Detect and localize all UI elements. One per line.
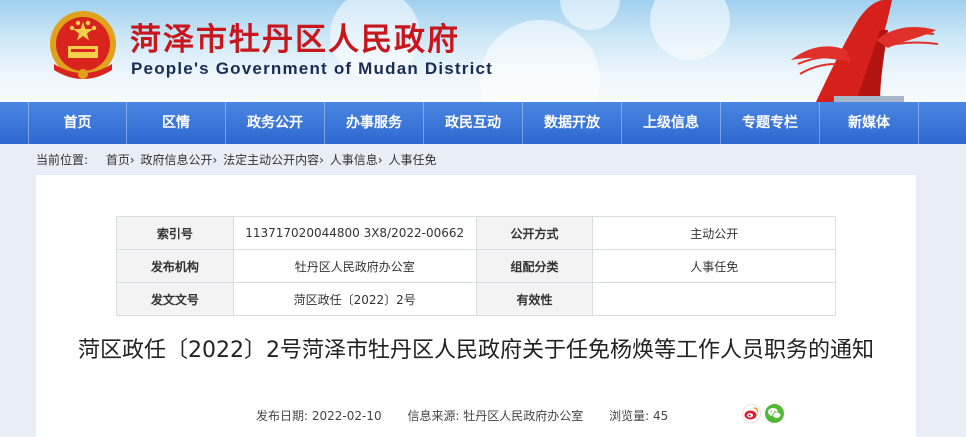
table-row: 发文文号 菏区政任〔2022〕2号 有效性 [116,282,836,316]
document-metadata-table: 索引号 113717020044800 3X8/2022-00662 公开方式 … [116,216,836,316]
article-title: 菏区政任〔2022〕2号菏泽市牡丹区人民政府关于任免杨焕等工作人员职务的通知 [78,338,874,363]
validity-label: 有效性 [475,282,594,316]
view-count: 浏览量: 45 [609,409,669,423]
breadcrumb-link[interactable]: 法定主动公开内容› [223,153,324,167]
nav-item-open-data[interactable]: 数据开放 [523,102,622,144]
category-label: 组配分类 [475,249,594,283]
banner-decoration [650,0,730,60]
peony-sculpture-image [791,0,939,102]
issuing-agency-value: 牡丹区人民政府办公室 [232,249,477,283]
breadcrumb-link[interactable]: 首页› [106,153,135,167]
nav-item-new-media[interactable]: 新媒体 [820,102,919,144]
index-number-label: 索引号 [116,216,234,250]
nav-item-home[interactable]: 首页 [28,102,127,144]
share-buttons [742,404,784,423]
national-emblem-icon[interactable] [46,8,120,86]
info-source: 信息来源: 牡丹区人民政府办公室 [407,409,584,423]
disclosure-method-label: 公开方式 [475,216,594,250]
category-value: 人事任免 [592,249,836,283]
publish-date: 发布日期: 2022-02-10 [256,409,382,423]
nav-item-district-info[interactable]: 区情 [127,102,226,144]
disclosure-method-value: 主动公开 [592,216,836,250]
index-number-value: 113717020044800 3X8/2022-00662 [232,216,477,250]
content-panel: 索引号 113717020044800 3X8/2022-00662 公开方式 … [36,175,916,437]
breadcrumb-label: 当前位置: [36,153,89,167]
weibo-icon[interactable] [742,404,761,423]
main-nav: 首页 区情 政务公开 办事服务 政民互动 数据开放 上级信息 专题专栏 新媒体 [0,102,966,144]
banner-decoration [560,0,620,30]
header-banner: 菏泽市牡丹区人民政府 People's Government of Mudan … [0,0,966,102]
breadcrumb: 当前位置: 首页› 政府信息公开› 法定主动公开内容› 人事信息› 人事任免 [36,151,438,168]
nav-item-services[interactable]: 办事服务 [325,102,424,144]
nav-item-interaction[interactable]: 政民互动 [424,102,523,144]
breadcrumb-link[interactable]: 政府信息公开› [141,153,218,167]
nav-item-special-topics[interactable]: 专题专栏 [721,102,820,144]
nav-item-government-affairs[interactable]: 政务公开 [226,102,325,144]
table-row: 索引号 113717020044800 3X8/2022-00662 公开方式 … [116,216,836,250]
validity-value [592,282,836,316]
breadcrumb-link[interactable]: 人事信息› [330,153,383,167]
issuing-agency-label: 发布机构 [116,249,234,283]
document-number-label: 发文文号 [116,282,234,316]
article-info: 发布日期: 2022-02-10 信息来源: 牡丹区人民政府办公室 浏览量: 4… [256,407,690,424]
banner-decoration [480,20,600,102]
site-title: 菏泽市牡丹区人民政府 [130,22,460,58]
nav-item-superior-info[interactable]: 上级信息 [622,102,721,144]
breadcrumb-current[interactable]: 人事任免 [388,153,436,167]
document-number-value: 菏区政任〔2022〕2号 [232,282,477,316]
wechat-icon[interactable] [765,404,784,423]
site-subtitle: People's Government of Mudan District [131,59,494,78]
table-row: 发布机构 牡丹区人民政府办公室 组配分类 人事任免 [116,249,836,283]
